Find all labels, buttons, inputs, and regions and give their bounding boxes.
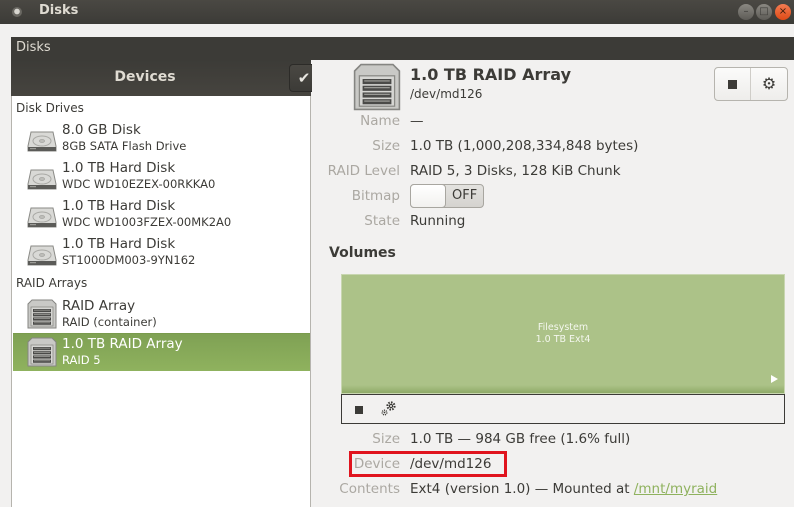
device-name: 1.0 TB Hard Disk — [62, 198, 176, 214]
devices-title: Devices — [114, 69, 176, 85]
close-button[interactable]: × — [775, 4, 791, 20]
hard-disk-icon — [27, 202, 57, 230]
state-label: State — [364, 213, 400, 229]
toggle-state: OFF — [452, 188, 478, 203]
name-value: — — [410, 113, 424, 129]
device-item-hard-disk-2[interactable]: 1.0 TB Hard Disk WDC WD1003FZEX-00MK2A0 — [13, 196, 310, 234]
minimize-button[interactable]: – — [738, 4, 754, 20]
device-path: /dev/md126 — [410, 87, 483, 101]
volume-size-value: 1.0 TB — 984 GB free (1.6% full) — [410, 431, 631, 447]
drive-actions: ⚙ — [714, 67, 788, 101]
headerbar-title: Disks — [16, 40, 51, 55]
size-value: 1.0 TB (1,000,208,334,848 bytes) — [410, 138, 639, 154]
volume-contents-value: Ext4 (version 1.0) — Mounted at /mnt/myr… — [410, 481, 717, 497]
device-name: 8.0 GB Disk — [62, 122, 141, 138]
device-model: WDC WD1003FZEX-00MK2A0 — [62, 215, 232, 229]
device-model: WDC WD10EZEX-00RKKA0 — [62, 177, 216, 191]
devices-header: Devices ✔ — [11, 60, 319, 96]
gear-icon: ⚙ — [761, 74, 777, 93]
device-model: RAID (container) — [62, 315, 157, 329]
hard-disk-icon — [27, 126, 57, 154]
size-label: Size — [372, 138, 400, 154]
device-item-8gb-disk[interactable]: 8.0 GB Disk 8GB SATA Flash Drive — [13, 120, 310, 158]
device-title: 1.0 TB RAID Array — [410, 65, 571, 84]
volume-size-label: Size — [372, 431, 400, 447]
raid-array-icon — [27, 299, 57, 329]
device-details-panel: 1.0 TB RAID Array /dev/md126 ⚙ Name — Si… — [312, 60, 794, 507]
device-name: 1.0 TB RAID Array — [62, 336, 183, 352]
contents-text: Ext4 (version 1.0) — Mounted at — [410, 481, 634, 497]
toggle-knob — [410, 184, 446, 208]
app-headerbar: Disks — [11, 37, 794, 60]
device-name: RAID Array — [62, 298, 136, 314]
bitmap-toggle[interactable]: OFF — [410, 184, 484, 208]
device-model: 8GB SATA Flash Drive — [62, 139, 187, 153]
device-name: 1.0 TB Hard Disk — [62, 160, 176, 176]
volume-partition-filesystem[interactable]: Filesystem 1.0 TB Ext4 — [341, 274, 785, 394]
stop-raid-button[interactable] — [715, 68, 751, 100]
partition-size: 1.0 TB Ext4 — [535, 334, 591, 345]
partition-type: Filesystem — [537, 322, 589, 333]
section-label-disk-drives: Disk Drives — [16, 101, 84, 115]
raid-level-label: RAID Level — [327, 163, 400, 179]
device-item-raid-array-selected[interactable]: 1.0 TB RAID Array RAID 5 — [13, 333, 310, 371]
device-name: 1.0 TB Hard Disk — [62, 236, 176, 252]
bitmap-label: Bitmap — [351, 188, 400, 204]
volume-toolbar — [341, 394, 785, 424]
unmount-stop-button[interactable] — [355, 406, 363, 414]
raid-settings-button[interactable]: ⚙ — [751, 68, 787, 100]
raid-array-icon — [27, 337, 57, 367]
checkmark-icon: ✔ — [297, 69, 311, 87]
device-model: ST1000DM003-9YN162 — [62, 253, 196, 267]
state-value: Running — [410, 213, 466, 229]
device-item-hard-disk-3[interactable]: 1.0 TB Hard Disk ST1000DM003-9YN162 — [13, 234, 310, 272]
window-titlebar: Disks – □ × — [0, 0, 794, 24]
name-label: Name — [360, 113, 400, 129]
volume-contents-label: Contents — [339, 481, 400, 497]
annotation-highlight-box — [349, 451, 507, 477]
device-model: RAID 5 — [62, 353, 101, 367]
mount-point-link[interactable]: /mnt/myraid — [634, 481, 717, 497]
device-item-raid-container[interactable]: RAID Array RAID (container) — [13, 296, 310, 334]
maximize-button[interactable]: □ — [756, 4, 772, 20]
app-menu-icon[interactable] — [12, 7, 22, 17]
raid-array-icon — [353, 63, 401, 111]
window-title: Disks — [39, 3, 79, 18]
additional-options-gears-icon[interactable] — [380, 400, 398, 418]
device-item-hard-disk-1[interactable]: 1.0 TB Hard Disk WDC WD10EZEX-00RKKA0 — [13, 158, 310, 196]
volumes-heading: Volumes — [329, 245, 396, 261]
hard-disk-icon — [27, 164, 57, 192]
hard-disk-icon — [27, 240, 57, 268]
device-list: Disk Drives 8.0 GB Disk 8GB SATA Flash D… — [11, 96, 311, 507]
section-label-raid-arrays: RAID Arrays — [16, 276, 88, 290]
mounted-play-icon — [771, 375, 778, 383]
stop-icon — [728, 80, 737, 89]
raid-level-value: RAID 5, 3 Disks, 128 KiB Chunk — [410, 163, 621, 179]
